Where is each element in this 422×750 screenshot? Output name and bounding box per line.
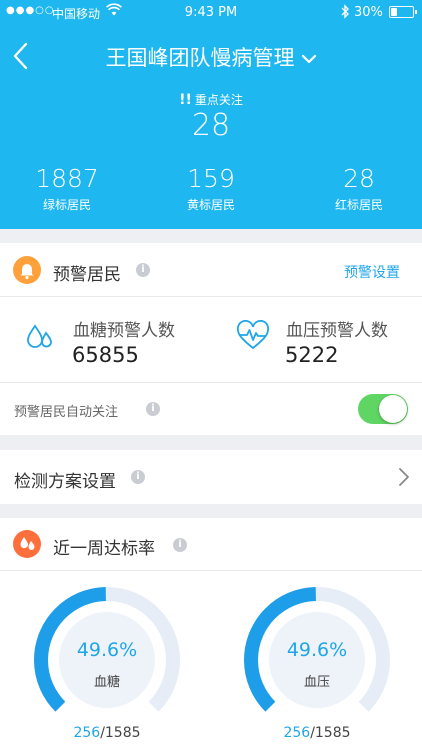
header: ●●●○○ 中国移动 9:43 PM 30% 王国峰团队慢病管理 !! 重点关注 … (0, 0, 422, 229)
stat-red-value: 28 (343, 164, 375, 193)
blood-sugar-value[interactable]: 65855 (72, 343, 139, 367)
battery-percent: 30% (354, 5, 383, 20)
chevron-down-icon (301, 54, 316, 64)
auto-follow-toggle[interactable] (358, 394, 408, 424)
toggle-knob (379, 395, 407, 423)
divider (0, 382, 422, 383)
blood-sugar-label: 血糖预警人数 (73, 321, 175, 341)
blood-pressure-fraction: 256/1585 (242, 725, 392, 741)
stat-yellow-label: 黄标居民 (186, 198, 235, 212)
stat-green[interactable]: 1887 绿标居民 (7, 164, 127, 213)
battery-fill (391, 8, 398, 16)
gauge-percent: 49.6% (286, 639, 348, 661)
detection-plan-title: 检测方案设置 (14, 472, 116, 492)
stat-green-value: 1887 (35, 164, 99, 193)
blood-pressure-gauge[interactable]: 49.6% 血压 (242, 585, 392, 735)
auto-follow-label: 预警居民自动关注 (14, 405, 119, 420)
drop-icon (13, 530, 41, 558)
info-icon[interactable]: i (173, 538, 187, 552)
blood-pressure-value[interactable]: 5222 (285, 343, 338, 367)
fraction-total: /1585 (310, 725, 351, 741)
focus-label: !! 重点关注 (0, 91, 422, 108)
gauge-label: 血压 (303, 675, 330, 690)
stat-yellow[interactable]: 159 黄标居民 (151, 164, 271, 213)
blood-sugar-fraction: 256/1585 (32, 725, 182, 741)
status-bar: ●●●○○ 中国移动 9:43 PM 30% (0, 0, 422, 24)
warning-settings-link[interactable]: 预警设置 (344, 262, 400, 282)
weekly-rate-card: 近一周达标率 i 49.6% 血糖 256/1585 49.6% 血压 256/… (0, 518, 422, 750)
stat-green-label: 绿标居民 (42, 198, 91, 212)
bell-icon (13, 256, 41, 284)
team-title-dropdown[interactable]: 王国峰团队慢病管理 (0, 42, 422, 72)
gauge-label: 血糖 (93, 675, 120, 690)
info-icon[interactable]: i (146, 402, 160, 416)
warning-title: 预警居民 (53, 265, 121, 285)
blood-drop-icon (24, 321, 56, 353)
heart-pulse-icon (235, 319, 271, 352)
weekly-rate-title: 近一周达标率 (53, 539, 155, 559)
divider (0, 570, 422, 571)
fraction-total: /1585 (100, 725, 141, 741)
stat-yellow-value: 159 (187, 164, 235, 193)
info-icon[interactable]: i (131, 470, 145, 484)
warning-card: 预警居民 i 预警设置 血糖预警人数 65855 血压预警人数 5222 预警居… (0, 243, 422, 435)
focus-count[interactable]: 28 (0, 108, 422, 143)
blood-sugar-gauge[interactable]: 49.6% 血糖 (32, 585, 182, 735)
alert-icon: !! (179, 92, 192, 108)
divider (0, 296, 422, 297)
fraction-done: 256 (283, 725, 311, 741)
focus-label-text: 重点关注 (194, 93, 243, 107)
gauge-percent: 49.6% (76, 639, 138, 661)
info-icon[interactable]: i (136, 263, 150, 277)
stat-red[interactable]: 28 红标居民 (299, 164, 419, 213)
fraction-done: 256 (73, 725, 101, 741)
chevron-right-icon (399, 468, 409, 486)
battery-icon (389, 6, 417, 18)
stat-red-label: 红标居民 (334, 198, 383, 212)
page-title: 王国峰团队慢病管理 (105, 46, 295, 70)
blood-pressure-label: 血压预警人数 (286, 321, 388, 341)
detection-plan-row[interactable]: 检测方案设置 i (0, 450, 422, 504)
bluetooth-icon (340, 4, 350, 22)
